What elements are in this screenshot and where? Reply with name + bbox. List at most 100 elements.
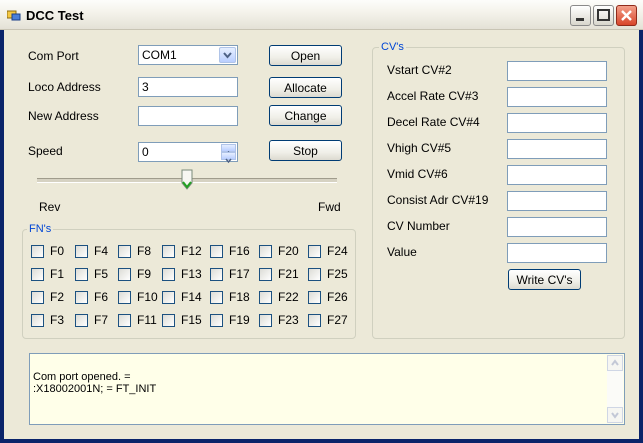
chevron-up-icon [611,359,619,366]
cv-label: Consist Adr CV#19 [387,193,489,207]
window-title: DCC Test [26,8,84,23]
log-textarea[interactable]: Com port opened. = :X18002001N; = FT_INI… [29,353,625,425]
fn-checkbox-f19[interactable] [210,314,223,327]
fn-checkbox-f20[interactable] [259,245,272,258]
fn-checkbox-f23[interactable] [259,314,272,327]
fn-label: F4 [94,244,109,258]
fn-checkbox-f24[interactable] [308,245,321,258]
minimize-button[interactable] [570,5,591,26]
stop-button[interactable]: Stop [269,140,342,161]
fn-checkbox-f27[interactable] [308,314,321,327]
rev-label: Rev [39,200,61,214]
minimize-icon [576,18,584,21]
fn-label: F23 [278,313,299,327]
fns-group-title: FN's [27,223,54,235]
cvs-group: CV's Vstart CV#2 Accel Rate CV#3 Decel Rat… [372,41,625,339]
fn-label: F26 [327,290,348,304]
fn-label: F15 [181,313,202,327]
fwd-label: Fwd [318,200,341,214]
close-button[interactable] [616,5,637,26]
cv-input[interactable] [507,165,607,185]
log-scrollbar[interactable] [607,355,623,423]
app-window: DCC Test Com Port COM1 Loco Address 3 Ne… [0,0,643,443]
fn-checkbox-f4[interactable] [75,245,88,258]
app-icon [7,10,21,21]
fn-checkbox-f17[interactable] [210,268,223,281]
cv-label: Vhigh CV#5 [387,141,452,155]
fn-checkbox-f10[interactable] [118,291,131,304]
fn-checkbox-f11[interactable] [118,314,131,327]
new-address-input[interactable] [138,106,238,126]
maximize-button[interactable] [593,5,614,26]
fn-label: F5 [94,267,109,281]
fn-checkbox-f18[interactable] [210,291,223,304]
close-icon [621,10,632,21]
cv-input[interactable] [507,217,607,237]
cv-label: Vmid CV#6 [387,167,448,181]
speed-label: Speed [28,144,63,158]
fn-checkbox-f12[interactable] [162,245,175,258]
fn-label: F16 [229,244,250,258]
fn-checkbox-f3[interactable] [31,314,44,327]
cv-input[interactable] [507,87,607,107]
loco-address-input[interactable]: 3 [138,77,238,97]
fn-label: F27 [327,313,348,327]
fn-checkbox-f0[interactable] [31,245,44,258]
allocate-button[interactable]: Allocate [269,77,342,98]
scroll-up-button[interactable] [607,355,623,371]
com-port-select[interactable]: COM1 [138,45,238,65]
fn-checkbox-f21[interactable] [259,268,272,281]
cv-label: Vstart CV#2 [387,63,452,77]
fn-checkbox-f8[interactable] [118,245,131,258]
chevron-down-icon [223,52,232,59]
title-bar[interactable]: DCC Test [0,0,643,30]
fn-label: F1 [50,267,65,281]
cv-input[interactable] [507,243,607,263]
fn-checkbox-f22[interactable] [259,291,272,304]
fn-checkbox-f7[interactable] [75,314,88,327]
scroll-down-button[interactable] [607,407,623,423]
fn-label: F13 [181,267,202,281]
fn-checkbox-f1[interactable] [31,268,44,281]
fn-checkbox-f13[interactable] [162,268,175,281]
fn-label: F22 [278,290,299,304]
open-button[interactable]: Open [269,45,342,66]
speed-value: 0 [142,145,149,159]
speed-stepper[interactable]: 0 [138,142,238,164]
cv-label: Accel Rate CV#3 [387,89,479,103]
fn-label: F7 [94,313,109,327]
fn-checkbox-f5[interactable] [75,268,88,281]
chevron-down-icon [225,158,232,164]
new-address-label: New Address [28,109,99,123]
log-text: Com port opened. = :X18002001N; = FT_INI… [33,371,157,395]
fn-label: F21 [278,267,299,281]
fn-checkbox-f25[interactable] [308,268,321,281]
fn-checkbox-f26[interactable] [308,291,321,304]
speed-slider[interactable] [34,168,340,194]
fn-label: F17 [229,267,250,281]
fn-label: F14 [181,290,202,304]
fn-checkbox-f16[interactable] [210,245,223,258]
cv-input[interactable] [507,61,607,81]
fn-checkbox-f2[interactable] [31,291,44,304]
fn-label: F8 [137,244,152,258]
speed-up-button[interactable] [221,144,236,156]
write-cvs-button[interactable]: Write CV's [508,269,581,290]
fns-group: FN's F0 F4 F8 F12 F16 F20 F24 F1 F5 F9 F13 F17 F21 F2… [22,223,356,339]
fn-checkbox-f14[interactable] [162,291,175,304]
fn-checkbox-f9[interactable] [118,268,131,281]
cv-input[interactable] [507,113,607,133]
fn-label: F19 [229,313,250,327]
fn-label: F24 [327,244,348,258]
fn-checkbox-f6[interactable] [75,291,88,304]
cvs-group-title: CV's [379,41,406,53]
speed-down-button[interactable] [221,152,236,164]
chevron-down-icon [611,412,619,419]
fn-checkbox-f15[interactable] [162,314,175,327]
change-button[interactable]: Change [269,105,342,126]
cv-input[interactable] [507,139,607,159]
combo-dropdown-button[interactable] [219,47,236,63]
slider-thumb[interactable] [181,169,193,190]
fn-label: F9 [137,267,152,281]
cv-input[interactable] [507,191,607,211]
